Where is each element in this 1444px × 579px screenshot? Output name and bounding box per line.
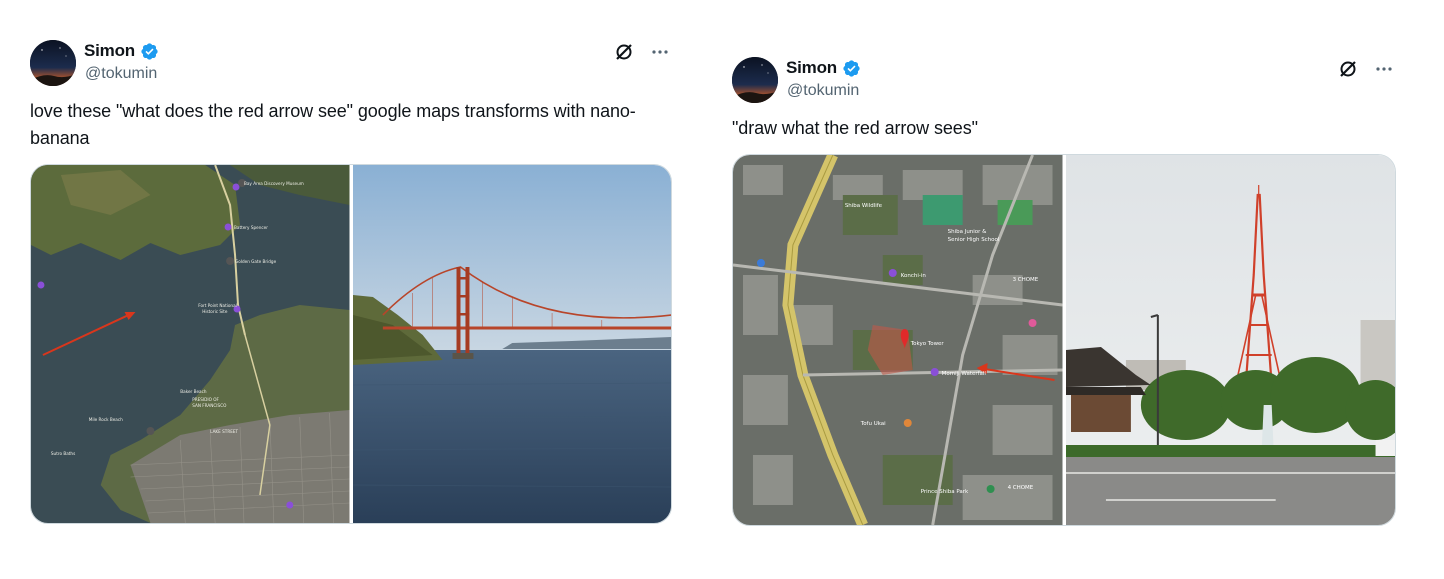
author-name[interactable]: Simon bbox=[786, 58, 837, 78]
tweet-media: Shiba Wildlife Shiba Junior & Senior Hig… bbox=[732, 154, 1396, 526]
avatar[interactable] bbox=[30, 40, 76, 86]
svg-text:Konchi-in: Konchi-in bbox=[901, 273, 927, 279]
svg-text:Historic Site: Historic Site bbox=[202, 309, 228, 314]
grok-icon[interactable] bbox=[1336, 57, 1360, 81]
svg-text:Sutro Baths: Sutro Baths bbox=[51, 451, 75, 456]
tower-photo-image[interactable] bbox=[1065, 155, 1395, 525]
satellite-map-image[interactable]: Bay Area Discovery Museum Battery Spence… bbox=[31, 165, 350, 523]
svg-text:3 CHOME: 3 CHOME bbox=[1013, 277, 1039, 283]
svg-text:PRESIDIO OF: PRESIDIO OF bbox=[192, 397, 219, 402]
tweet-header: Simon @tokumin bbox=[732, 55, 1396, 103]
tweet-text: love these "what does the red arrow see"… bbox=[30, 101, 636, 148]
svg-text:Baker Beach: Baker Beach bbox=[180, 389, 207, 394]
author-handle[interactable]: @tokumin bbox=[787, 82, 859, 100]
svg-text:Mile Rock Beach: Mile Rock Beach bbox=[89, 417, 123, 422]
tweet-card[interactable]: Simon @tokumin "draw what the red arrow … bbox=[732, 55, 1396, 526]
author-handle[interactable]: @tokumin bbox=[85, 65, 157, 83]
satellite-map-image[interactable]: Shiba Wildlife Shiba Junior & Senior Hig… bbox=[733, 155, 1063, 525]
grok-icon[interactable] bbox=[612, 40, 636, 64]
svg-text:Golden Gate Bridge: Golden Gate Bridge bbox=[235, 259, 277, 264]
svg-text:Tofu Ukai: Tofu Ukai bbox=[860, 421, 886, 427]
tweet-text: "draw what the red arrow sees" bbox=[732, 118, 978, 138]
svg-text:Battery Spencer: Battery Spencer bbox=[234, 225, 268, 230]
tweet-media: Bay Area Discovery Museum Battery Spence… bbox=[30, 164, 672, 524]
tweet-header: Simon @tokumin bbox=[30, 38, 672, 86]
verified-badge-icon bbox=[843, 59, 860, 77]
svg-text:Senior High School: Senior High School bbox=[948, 237, 1000, 243]
bridge-photo-image[interactable] bbox=[352, 165, 671, 523]
svg-text:SAN FRANCISCO: SAN FRANCISCO bbox=[192, 403, 227, 408]
svg-text:Fort Point National: Fort Point National bbox=[198, 303, 237, 308]
avatar[interactable] bbox=[732, 57, 778, 103]
svg-text:4 CHOME: 4 CHOME bbox=[1008, 485, 1034, 491]
more-icon[interactable] bbox=[1372, 57, 1396, 81]
more-icon[interactable] bbox=[648, 40, 672, 64]
tweet-card[interactable]: Simon @tokumin love these "what does the… bbox=[30, 38, 672, 524]
svg-text:Shiba Wildlife: Shiba Wildlife bbox=[845, 203, 883, 209]
author-name[interactable]: Simon bbox=[84, 41, 135, 61]
svg-text:Momiji Waterfall: Momiji Waterfall bbox=[942, 371, 987, 377]
svg-text:Shiba Junior &: Shiba Junior & bbox=[948, 229, 987, 235]
svg-text:Bay Area Discovery Museum: Bay Area Discovery Museum bbox=[244, 181, 304, 186]
svg-text:Prince Shiba Park: Prince Shiba Park bbox=[921, 489, 969, 495]
verified-badge-icon bbox=[141, 42, 158, 60]
svg-text:Tokyo Tower: Tokyo Tower bbox=[910, 341, 945, 347]
svg-text:LAKE STREET: LAKE STREET bbox=[210, 429, 238, 434]
